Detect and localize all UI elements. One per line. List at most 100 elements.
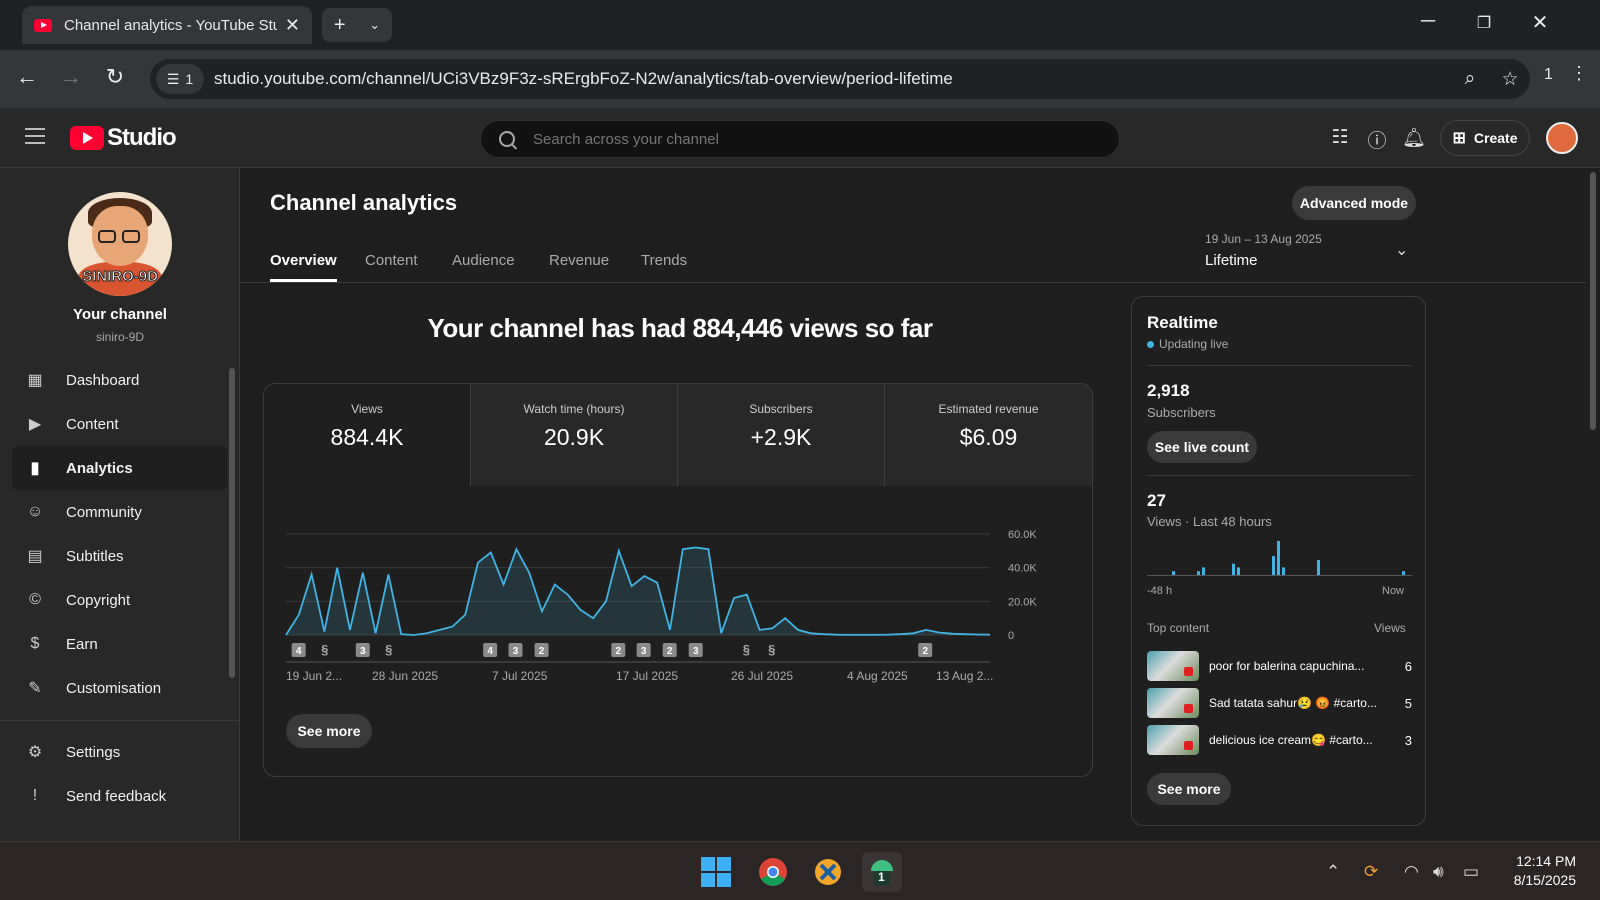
views-chart: 60.0K 40.0K 20.0K 0 4 § 3 § 4 3 2 2 3 2 3 § § 2 19 Jun 2..… [285,529,1037,683]
shorts-icon: § [321,642,328,657]
browser-menu-icon[interactable]: ⋮ [1570,63,1588,84]
sync-icon[interactable]: ⟳ [1364,862,1378,882]
advanced-mode-button[interactable]: Advanced mode [1292,186,1416,220]
top-content-row[interactable]: delicious ice cream😋 #carto... 3 [1147,725,1412,755]
sidebar-item-content[interactable]: ▶︎ Content [12,402,227,446]
page-title: Channel analytics [270,190,458,215]
system-clock[interactable]: 12:14 PM 8/15/2025 [1500,852,1576,890]
analytics-icon: ▮ [30,460,40,477]
start-button[interactable] [696,852,736,892]
site-settings-icon: ☰ [166,70,180,87]
realtime-bar [1232,563,1235,575]
minimize-icon[interactable]: ─ [1413,10,1443,33]
windows-logo-icon [701,857,731,887]
forward-icon[interactable]: → [56,64,86,90]
publish-marker-label: 2 [616,646,622,657]
metric-tab-watch-time[interactable]: Watch time (hours) 20.9K [471,384,678,486]
menu-icon[interactable] [25,128,45,144]
taskbar-app-2[interactable] [808,852,848,892]
browser-tab[interactable]: Channel analytics - YouTube Studio ✕ [22,6,312,44]
dashboard-icon: ▦ [27,372,43,389]
close-window-icon[interactable]: ✕ [1525,10,1555,35]
app-icon [815,859,841,885]
tab-content[interactable]: Content [365,252,418,282]
channel-avatar[interactable]: SINIRO-9D [68,192,172,296]
sidebar-item-subtitles[interactable]: ▤ Subtitles [12,534,227,578]
close-tab-icon[interactable]: ✕ [285,15,300,36]
publish-marker-label: 4 [296,646,302,657]
video-views: 6 [1404,658,1412,674]
reload-icon[interactable]: ↻ [100,64,130,90]
notifications-icon[interactable]: 🔔︎ [1401,126,1427,150]
publish-marker-label: 4 [487,646,493,657]
publish-marker-label: 2 [667,646,673,657]
show-hidden-icons-icon[interactable]: ⌃ [1326,862,1340,882]
studio-logo[interactable]: Studio [70,124,177,152]
volume-icon[interactable]: 🔊︎ [1433,862,1444,882]
address-bar[interactable]: ☰ 1 studio.youtube.com/channel/UCi3VBz9F… [150,59,1530,99]
restore-icon[interactable]: ❐ [1469,13,1499,33]
zoom-icon[interactable]: ⌕ [1450,68,1490,90]
content-icon: ▶︎ [28,416,42,433]
sidebar-item-dashboard[interactable]: ▦ Dashboard [12,358,227,402]
taskbar-app-3[interactable]: 1 [862,852,902,892]
top-content-row[interactable]: Sad tatata sahur😢 😡 #carto... 5 [1147,688,1412,718]
battery-icon[interactable]: ▭ [1463,862,1479,882]
top-content-row[interactable]: poor for balerina capuchina... 6 [1147,651,1412,681]
site-info-button[interactable]: ☰ 1 [156,64,204,94]
realtime-bar [1317,559,1320,575]
realtime-bar [1272,556,1275,575]
shorts-icon: § [385,642,392,657]
tab-revenue[interactable]: Revenue [549,252,609,282]
sidebar-item-community[interactable]: ☺ Community [12,490,227,534]
sidebar-item-settings[interactable]: ⚙ Settings [12,730,227,774]
sidebar-item-copyright[interactable]: © Copyright [12,578,227,622]
your-channel-label: Your channel [73,306,167,323]
metric-value: 884.4K [330,424,404,450]
realtime-bar [1202,567,1205,575]
sidebar-scrollbar[interactable] [229,368,235,678]
url-text[interactable]: studio.youtube.com/channel/UCi3VBz9F3z-s… [214,69,1450,89]
period-selector[interactable]: 19 Jun – 13 Aug 2025 Lifetime [1205,232,1322,269]
channel-search[interactable] [480,120,1120,158]
publish-marker-label: 3 [513,646,519,657]
metric-tab-views[interactable]: Views 884.4K [264,384,471,486]
chevron-down-icon[interactable]: ⌄ [1395,240,1408,260]
top-content-label: Top content [1147,621,1210,635]
account-avatar[interactable] [1546,122,1578,154]
sidebar-item-label: Settings [66,743,121,761]
search-input[interactable] [533,130,1093,148]
new-tab-icon[interactable]: + [334,14,346,37]
create-label: Create [1473,130,1518,146]
taskbar-chrome[interactable] [753,852,793,892]
tab-trends[interactable]: Trends [641,252,687,282]
back-icon[interactable]: ← [12,64,42,90]
sidebar-item-earn[interactable]: $ Earn [12,622,227,666]
bookmark-star-icon[interactable]: ☆ [1490,68,1530,91]
realtime-bar [1172,571,1175,575]
extension-count[interactable]: 1 [1544,66,1553,84]
period-label: Lifetime [1205,252,1258,269]
help-icon[interactable]: ⓘ [1364,126,1390,153]
wifi-icon[interactable]: ◠ [1404,862,1419,882]
sidebar-item-label: Dashboard [66,371,140,389]
x-tick-label: 4 Aug 2025 [847,669,908,683]
page-scrollbar[interactable] [1590,172,1596,430]
sidebar-item-send-feedback[interactable]: ! Send feedback [12,774,227,818]
metric-tab-subscribers[interactable]: Subscribers +2.9K [678,384,885,486]
overview-chart-card: Views 884.4K Watch time (hours) 20.9K Su… [263,383,1093,777]
tab-overview[interactable]: Overview [270,252,337,282]
comments-icon[interactable]: ☷ [1327,126,1353,149]
metric-label: Watch time (hours) [523,402,625,416]
avatar-name-text: SINIRO-9D [82,268,159,286]
tab-search-chevron-icon[interactable]: ⌄ [369,17,380,33]
create-button[interactable]: ⊞ Create [1440,120,1530,156]
metric-tab-estimated-revenue[interactable]: Estimated revenue $6.09 [885,384,1092,486]
see-live-count-button[interactable]: See live count [1147,431,1257,463]
sidebar-item-customisation[interactable]: ✎ Customisation [12,666,227,710]
sidebar-item-analytics[interactable]: ▮ Analytics [12,446,227,490]
realtime-see-more-button[interactable]: See more [1147,773,1231,805]
see-more-button[interactable]: See more [286,714,372,748]
tab-audience[interactable]: Audience [452,252,515,282]
x-tick-label: 7 Jul 2025 [492,669,548,683]
